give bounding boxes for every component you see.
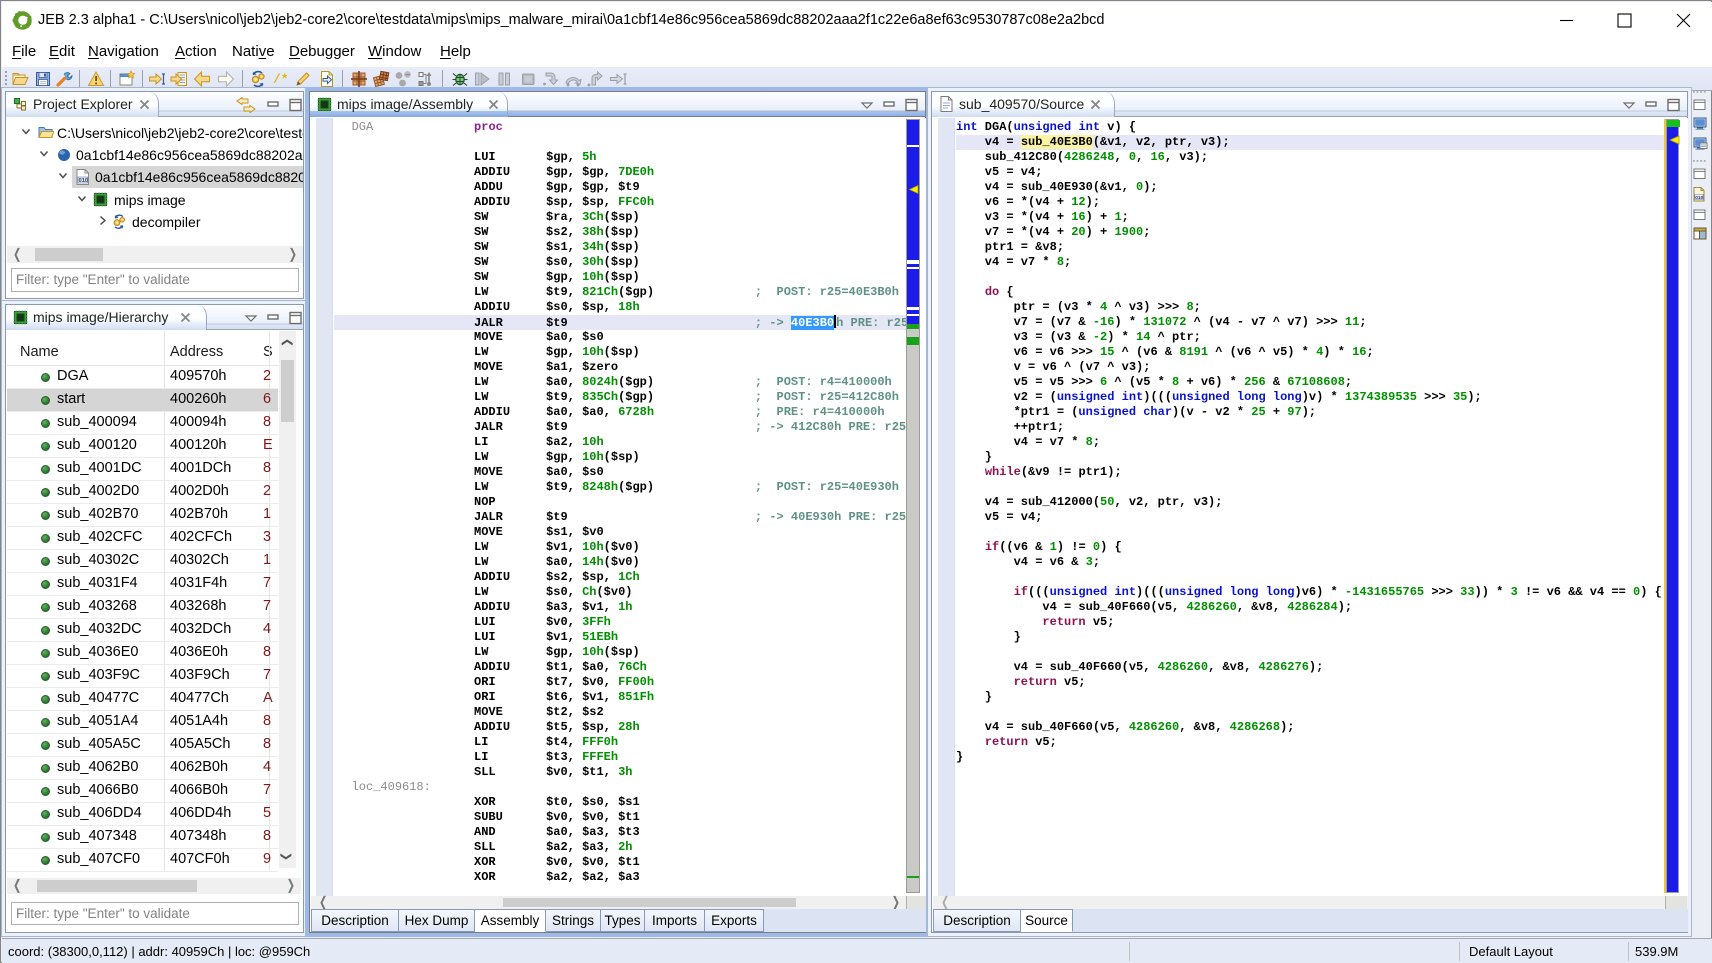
svg-text:010: 010 bbox=[79, 178, 88, 184]
svg-text:/*: /* bbox=[273, 72, 289, 87]
svg-text:010: 010 bbox=[1695, 195, 1703, 201]
